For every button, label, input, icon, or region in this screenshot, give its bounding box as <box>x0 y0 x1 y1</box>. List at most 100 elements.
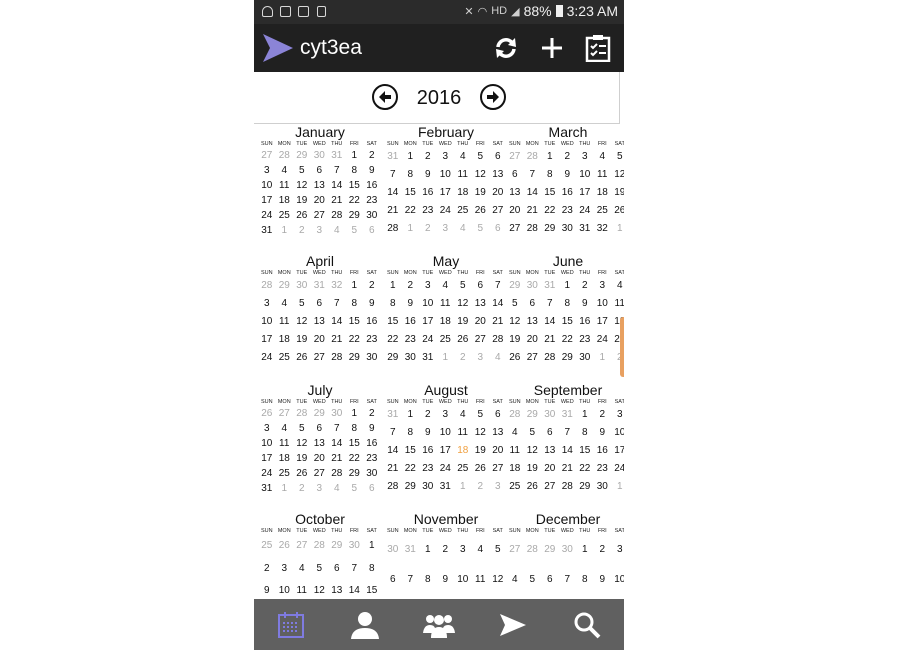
day-cell[interactable]: 12 <box>311 580 329 599</box>
day-cell[interactable]: 19 <box>611 184 624 202</box>
day-cell[interactable]: 6 <box>472 277 490 295</box>
day-cell[interactable]: 20 <box>506 202 524 220</box>
day-cell[interactable]: 17 <box>258 331 276 349</box>
day-cell[interactable]: 24 <box>258 208 276 223</box>
day-cell[interactable]: 10 <box>437 166 455 184</box>
day-cell[interactable]: 31 <box>419 349 437 367</box>
day-cell[interactable]: 28 <box>328 349 346 367</box>
day-cell[interactable]: 20 <box>311 331 329 349</box>
day-cell[interactable]: 10 <box>437 424 455 442</box>
day-cell[interactable]: 24 <box>258 466 276 481</box>
day-cell[interactable]: 29 <box>384 349 402 367</box>
day-cell[interactable]: 21 <box>328 193 346 208</box>
day-cell[interactable]: 14 <box>328 178 346 193</box>
day-cell[interactable]: 12 <box>489 565 507 595</box>
day-cell[interactable]: 2 <box>419 148 437 166</box>
day-cell[interactable]: 8 <box>402 166 420 184</box>
day-cell[interactable]: 31 <box>384 406 402 424</box>
day-cell[interactable]: 3 <box>258 163 276 178</box>
day-cell[interactable]: 11 <box>594 166 612 184</box>
day-cell[interactable]: 28 <box>524 220 542 238</box>
day-cell[interactable]: 1 <box>402 148 420 166</box>
day-cell[interactable]: 28 <box>311 535 329 558</box>
nav-calendar-button[interactable] <box>271 605 311 645</box>
day-cell[interactable]: 21 <box>559 460 577 478</box>
day-cell[interactable]: 16 <box>402 313 420 331</box>
day-cell[interactable]: 6 <box>363 223 381 238</box>
day-cell[interactable]: 3 <box>576 148 594 166</box>
day-cell[interactable]: 27 <box>276 406 294 421</box>
day-cell[interactable]: 15 <box>559 313 577 331</box>
day-cell[interactable]: 6 <box>489 220 507 238</box>
day-cell[interactable]: 23 <box>363 193 381 208</box>
side-drawer-handle[interactable] <box>620 317 624 377</box>
day-cell[interactable]: 13 <box>311 313 329 331</box>
day-cell[interactable]: 30 <box>559 535 577 565</box>
day-cell[interactable]: 29 <box>559 349 577 367</box>
day-cell[interactable]: 30 <box>524 277 542 295</box>
day-cell[interactable]: 7 <box>384 166 402 184</box>
day-cell[interactable]: 18 <box>454 184 472 202</box>
day-cell[interactable]: 22 <box>559 331 577 349</box>
day-cell[interactable]: 4 <box>506 565 524 595</box>
day-cell[interactable]: 25 <box>276 349 294 367</box>
day-cell[interactable]: 18 <box>454 442 472 460</box>
day-cell[interactable]: 30 <box>559 220 577 238</box>
day-cell[interactable]: 27 <box>489 460 507 478</box>
day-cell[interactable]: 31 <box>384 148 402 166</box>
day-cell[interactable]: 3 <box>276 558 294 581</box>
day-cell[interactable]: 30 <box>594 478 612 496</box>
day-cell[interactable]: 2 <box>472 478 490 496</box>
day-cell[interactable]: 20 <box>472 313 490 331</box>
day-cell[interactable]: 6 <box>506 166 524 184</box>
day-cell[interactable]: 27 <box>311 466 329 481</box>
day-cell[interactable]: 12 <box>472 424 490 442</box>
day-cell[interactable]: 19 <box>506 331 524 349</box>
day-cell[interactable]: 29 <box>293 148 311 163</box>
day-cell[interactable]: 12 <box>293 313 311 331</box>
day-cell[interactable]: 29 <box>346 208 364 223</box>
day-cell[interactable]: 2 <box>437 535 455 565</box>
day-cell[interactable]: 4 <box>293 558 311 581</box>
day-cell[interactable]: 1 <box>541 148 559 166</box>
day-cell[interactable]: 8 <box>419 565 437 595</box>
day-cell[interactable]: 5 <box>293 421 311 436</box>
day-cell[interactable]: 1 <box>419 535 437 565</box>
day-cell[interactable]: 5 <box>524 565 542 595</box>
day-cell[interactable]: 20 <box>489 184 507 202</box>
day-cell[interactable]: 26 <box>472 460 490 478</box>
day-cell[interactable]: 7 <box>328 163 346 178</box>
day-cell[interactable]: 4 <box>611 277 624 295</box>
day-cell[interactable]: 4 <box>506 424 524 442</box>
day-cell[interactable]: 20 <box>541 460 559 478</box>
day-cell[interactable]: 14 <box>328 313 346 331</box>
day-cell[interactable]: 22 <box>402 460 420 478</box>
day-cell[interactable]: 31 <box>328 148 346 163</box>
day-cell[interactable]: 14 <box>384 442 402 460</box>
day-cell[interactable]: 9 <box>576 295 594 313</box>
day-cell[interactable]: 28 <box>276 148 294 163</box>
day-cell[interactable]: 22 <box>402 202 420 220</box>
day-cell[interactable]: 28 <box>559 478 577 496</box>
day-cell[interactable]: 15 <box>363 580 381 599</box>
day-cell[interactable]: 30 <box>363 349 381 367</box>
day-cell[interactable]: 8 <box>576 424 594 442</box>
day-cell[interactable]: 17 <box>258 451 276 466</box>
day-cell[interactable]: 19 <box>293 331 311 349</box>
day-cell[interactable]: 27 <box>506 148 524 166</box>
day-cell[interactable]: 22 <box>384 331 402 349</box>
day-cell[interactable]: 11 <box>276 178 294 193</box>
day-cell[interactable]: 29 <box>402 478 420 496</box>
day-cell[interactable]: 5 <box>346 481 364 496</box>
day-cell[interactable]: 2 <box>419 220 437 238</box>
day-cell[interactable]: 10 <box>276 580 294 599</box>
day-cell[interactable]: 29 <box>346 466 364 481</box>
day-cell[interactable]: 1 <box>454 478 472 496</box>
day-cell[interactable]: 10 <box>576 166 594 184</box>
day-cell[interactable]: 24 <box>437 460 455 478</box>
day-cell[interactable]: 1 <box>611 220 624 238</box>
day-cell[interactable]: 22 <box>346 451 364 466</box>
day-cell[interactable]: 25 <box>437 331 455 349</box>
day-cell[interactable]: 2 <box>363 277 381 295</box>
day-cell[interactable]: 26 <box>258 406 276 421</box>
